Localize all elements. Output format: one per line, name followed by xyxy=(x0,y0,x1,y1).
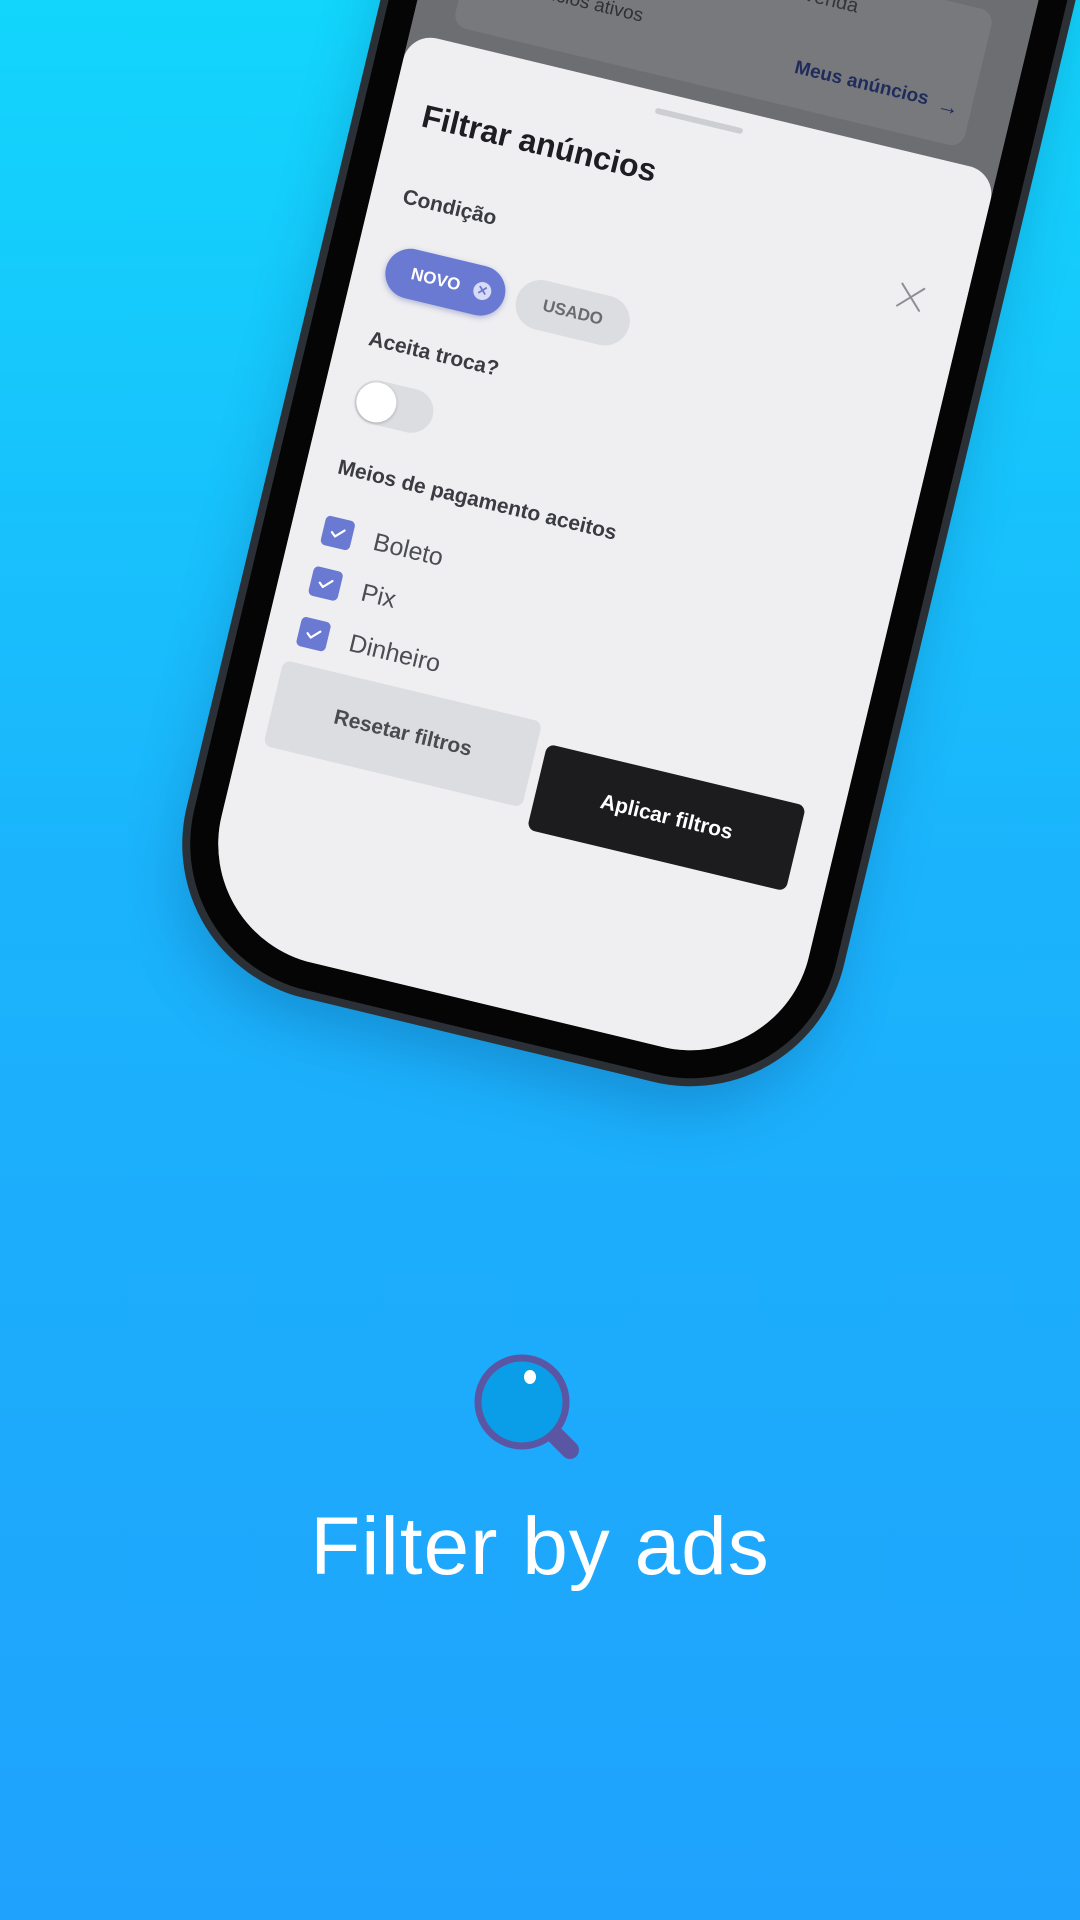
chip-usado[interactable]: USADO xyxy=(510,274,635,351)
remove-chip-icon[interactable]: ✕ xyxy=(471,280,494,302)
phone-screen: 4 anúncios ativos para venda Meus anúnci… xyxy=(193,0,1071,1076)
magnifying-glass-icon xyxy=(474,1354,579,1459)
chip-novo[interactable]: NOVO ✕ xyxy=(380,243,511,321)
sheet-title: Filtrar anúncios xyxy=(418,97,661,189)
checkmark-icon xyxy=(318,579,334,589)
condition-label: Condição xyxy=(400,185,499,230)
phone-frame: 4 anúncios ativos para venda Meus anúnci… xyxy=(159,0,1080,1110)
trade-toggle[interactable] xyxy=(349,375,438,438)
chip-novo-label: NOVO xyxy=(409,264,463,295)
filter-sheet: Filtrar anúncios Condição NOVO ✕ USADO A… xyxy=(193,31,998,1076)
payment-option-label: Pix xyxy=(358,578,399,614)
checkbox[interactable] xyxy=(295,616,332,653)
toggle-knob xyxy=(352,378,401,427)
payment-option-label: Dinheiro xyxy=(346,628,444,678)
checkmark-icon xyxy=(306,630,322,639)
chip-usado-label: USADO xyxy=(540,295,605,329)
checkbox[interactable] xyxy=(319,514,356,552)
sheet-drag-handle[interactable] xyxy=(654,107,744,135)
trade-label: Aceita troca? xyxy=(366,327,502,381)
phone-mockup: 4 anúncios ativos para venda Meus anúnci… xyxy=(0,0,1080,1200)
payment-option-label: Boleto xyxy=(370,527,447,572)
close-icon[interactable] xyxy=(893,279,929,315)
checkmark-icon xyxy=(330,529,346,538)
promo-tagline: Filter by ads xyxy=(310,1501,770,1592)
checkbox[interactable] xyxy=(307,565,344,602)
